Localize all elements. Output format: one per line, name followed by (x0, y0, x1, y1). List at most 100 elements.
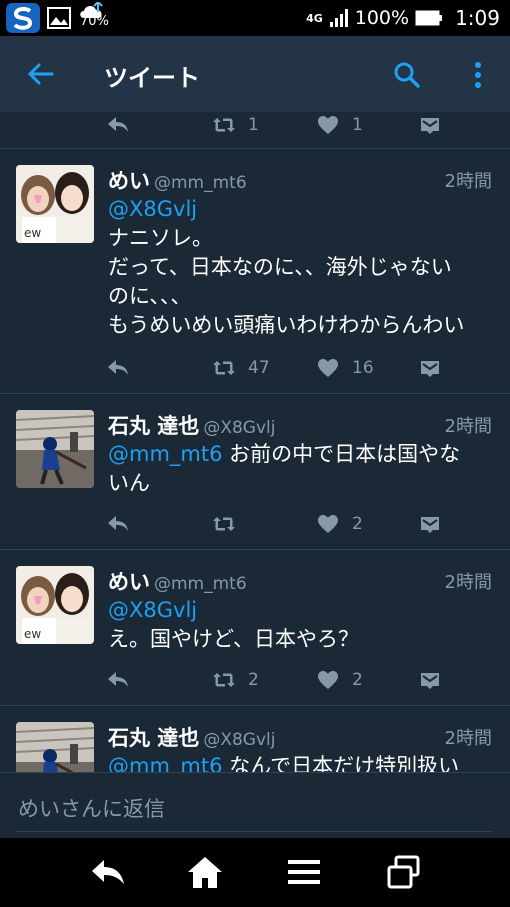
dm-button[interactable] (418, 355, 442, 381)
retweet-button[interactable]: 47 (212, 355, 270, 381)
battery-icon (415, 10, 443, 26)
reply-icon (106, 114, 130, 136)
tweet-text-line: なんで日本だけ特別扱い (222, 754, 460, 772)
avatar-image (16, 165, 94, 243)
tweet-text-line: え。国やけど、日本やろ？ (108, 627, 359, 651)
weather-widget: 70% (78, 2, 118, 34)
dm-button[interactable] (418, 112, 442, 138)
partial-tweet-actions: 1 1 (0, 112, 510, 149)
tweet-actions: 47 16 (106, 355, 446, 381)
tweet-text-line: いん (108, 471, 150, 495)
reply-input[interactable]: めいさんに返信 (18, 793, 165, 823)
display-name: 石丸 達也 (108, 726, 200, 750)
retweet-count: 1 (248, 115, 259, 135)
reply-button[interactable] (106, 667, 130, 693)
signal-icon (329, 9, 348, 27)
avatar[interactable] (16, 722, 94, 772)
user-handle: @X8Gvlj (203, 418, 276, 438)
retweet-button[interactable]: 2 (212, 667, 259, 693)
heart-icon (316, 669, 340, 691)
app-bar: ツイート (0, 36, 510, 112)
avatar-image (16, 410, 94, 488)
nav-menu-icon[interactable] (284, 854, 324, 890)
retweet-button[interactable] (212, 511, 248, 537)
like-button[interactable]: 16 (316, 355, 374, 381)
dm-button[interactable] (418, 667, 442, 693)
like-button[interactable]: 2 (316, 667, 363, 693)
tweet-thread: 1 1 めい @mm_mt6 2時間 @X8Gvlj ナニソレ。 だって、日本なの… (0, 112, 510, 772)
more-vert-icon[interactable] (468, 60, 488, 90)
retweet-icon (212, 357, 236, 379)
tweet-author[interactable]: 石丸 達也 @X8Gvlj (108, 722, 275, 752)
heart-icon (316, 357, 340, 379)
display-name: めい (108, 169, 150, 193)
tweet-text-line: もうめいめい頭痛いわけわからんわい (108, 313, 465, 337)
s-app-logo-icon (6, 3, 40, 33)
tweet-text-line: のに、、、 (108, 284, 192, 308)
dm-button[interactable] (418, 511, 442, 537)
tweet-text-line: お前の中で日本は国やな (222, 442, 461, 466)
user-handle: @mm_mt6 (154, 173, 247, 193)
mention-link[interactable]: @X8Gvlj (108, 598, 197, 622)
tweet-actions: 2 (106, 511, 446, 537)
back-arrow-icon[interactable] (24, 58, 56, 90)
reply-button[interactable] (106, 511, 130, 537)
tweet[interactable]: 石丸 達也 @X8Gvlj 2時間 @mm_mt6 なんで日本だけ特別扱い (0, 706, 510, 772)
nav-home-icon[interactable] (185, 854, 225, 890)
system-nav-bar (0, 838, 510, 907)
mention-link[interactable]: @X8Gvlj (108, 197, 197, 221)
tweet-author[interactable]: めい @mm_mt6 (108, 165, 247, 195)
network-type: 4G (306, 11, 323, 25)
mention-link[interactable]: @mm_mt6 (108, 754, 222, 772)
tweet-actions: 2 2 (106, 667, 446, 693)
retweet-icon (212, 114, 236, 136)
nav-recents-icon[interactable] (384, 854, 424, 890)
tweet-author[interactable]: 石丸 達也 @X8Gvlj (108, 410, 275, 440)
tweet-body: @X8Gvlj え。国やけど、日本やろ？ (108, 596, 498, 654)
retweet-icon (212, 513, 236, 535)
direct-message-icon (418, 357, 442, 379)
avatar[interactable] (16, 410, 94, 488)
like-count: 1 (352, 115, 363, 135)
gallery-icon (47, 7, 71, 29)
tweet-time: 2時間 (444, 728, 492, 749)
reply-icon (106, 357, 130, 379)
user-handle: @X8Gvlj (203, 730, 276, 750)
nav-back-icon[interactable] (88, 854, 128, 890)
tweet-body: @mm_mt6 お前の中で日本は国やな いん (108, 440, 498, 498)
tweet-time: 2時間 (444, 572, 492, 593)
tweet-text-line: ナニソレ。 (108, 226, 213, 250)
reply-button[interactable] (106, 355, 130, 381)
divider (16, 831, 492, 832)
tweet-time: 2時間 (444, 416, 492, 437)
tweet-body: @mm_mt6 なんで日本だけ特別扱い (108, 752, 498, 772)
direct-message-icon (418, 669, 442, 691)
avatar[interactable] (16, 165, 94, 243)
tweet[interactable]: 石丸 達也 @X8Gvlj 2時間 @mm_mt6 お前の中で日本は国やな いん … (0, 394, 510, 550)
retweet-count: 2 (248, 670, 259, 690)
retweet-icon (212, 669, 236, 691)
user-handle: @mm_mt6 (154, 574, 247, 594)
like-button[interactable]: 1 (316, 112, 363, 138)
reply-button[interactable] (106, 112, 130, 138)
retweet-button[interactable]: 1 (212, 112, 259, 138)
avatar[interactable] (16, 566, 94, 644)
clock: 1:09 (455, 6, 500, 30)
like-button[interactable]: 2 (316, 511, 363, 537)
tweet[interactable]: めい @mm_mt6 2時間 @X8Gvlj ナニソレ。 だって、日本なのに、、海… (0, 149, 510, 394)
mention-link[interactable]: @mm_mt6 (108, 442, 222, 466)
search-icon[interactable] (392, 60, 422, 90)
status-bar: 70% 4G 100% 1:09 (0, 0, 510, 36)
page-title: ツイート (104, 64, 200, 92)
direct-message-icon (418, 114, 442, 136)
display-name: 石丸 達也 (108, 414, 200, 438)
retweet-count: 47 (248, 358, 270, 378)
like-count: 16 (352, 358, 374, 378)
tweet[interactable]: めい @mm_mt6 2時間 @X8Gvlj え。国やけど、日本やろ？ 2 2 (0, 550, 510, 706)
weather-percent: 70% (80, 14, 109, 29)
like-count: 2 (352, 670, 363, 690)
tweet-author[interactable]: めい @mm_mt6 (108, 566, 247, 596)
tweet-time: 2時間 (444, 171, 492, 192)
avatar-image (16, 566, 94, 644)
reply-composer[interactable]: めいさんに返信 (0, 772, 510, 839)
